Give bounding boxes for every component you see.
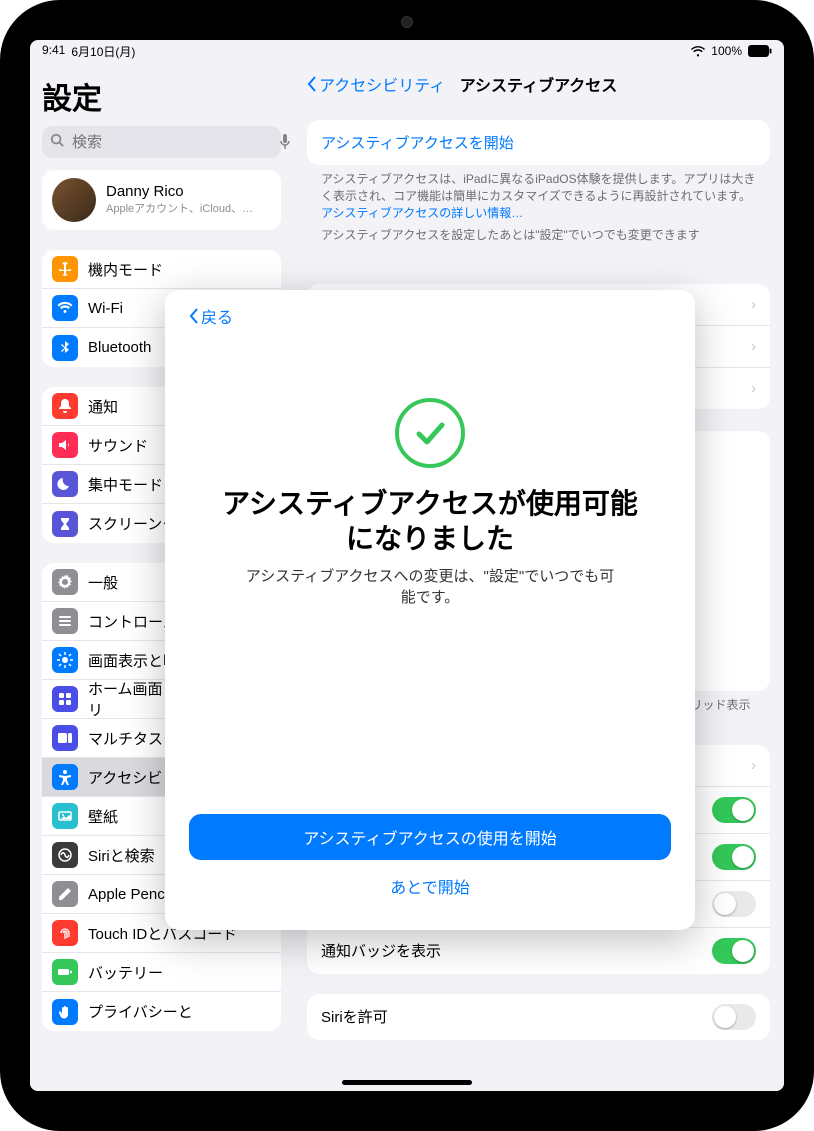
grid-icon <box>52 686 78 712</box>
search-icon <box>50 133 64 151</box>
settings-title: 設定 <box>42 74 281 118</box>
bell-icon <box>52 393 78 419</box>
siri-label: Siriを許可 <box>321 1006 388 1027</box>
search-field[interactable] <box>42 126 281 158</box>
sidebar-item-label: 集中モード <box>88 474 163 495</box>
gear-icon <box>52 569 78 595</box>
wifi-icon <box>691 46 705 57</box>
assistive-access-ready-sheet: 戻る アシスティブアクセスが使用可能になりました アシスティブアクセスへの変更は… <box>165 290 695 930</box>
sidebar-item-label: Siriと検索 <box>88 845 155 866</box>
status-date: 6月10日(月) <box>71 43 135 60</box>
battery-icon <box>52 959 78 985</box>
toggle-switch[interactable] <box>712 797 756 823</box>
status-time: 9:41 <box>42 43 65 60</box>
status-battery-percent: 100% <box>711 44 742 58</box>
avatar <box>52 178 96 222</box>
success-check-icon <box>395 398 465 468</box>
sidebar-item-label: 一般 <box>88 572 118 593</box>
back-button[interactable]: アクセシビリティ <box>307 72 445 96</box>
toggle-switch[interactable] <box>712 938 756 964</box>
accessibility-icon <box>52 764 78 790</box>
moon-icon <box>52 471 78 497</box>
brightness-icon <box>52 647 78 673</box>
hourglass-icon <box>52 511 78 537</box>
sidebar-item-label: Bluetooth <box>88 339 151 356</box>
detail-title: アシスティブアクセス <box>460 72 618 96</box>
fingerprint-icon <box>52 920 78 946</box>
sheet-body: アシスティブアクセスへの変更は、"設定"でいつでも可能です。 <box>239 566 621 608</box>
toggle-switch[interactable] <box>712 844 756 870</box>
hand-icon <box>52 999 78 1025</box>
siri-icon <box>52 842 78 868</box>
wifi-icon <box>52 295 78 321</box>
sidebar-item-label: Apple Pencil <box>88 886 171 903</box>
footnote-2: アシスティブアクセスを設定したあとは"設定"でいつでも変更できます <box>307 221 770 244</box>
toggle-row[interactable]: 通知バッジを表示 <box>307 928 770 974</box>
airplane-icon <box>52 256 78 282</box>
sheet-back-button[interactable]: 戻る <box>189 304 671 328</box>
wallpaper-icon <box>52 803 78 829</box>
sidebar-item-label: プライバシーと <box>88 1001 193 1022</box>
home-indicator[interactable] <box>342 1080 472 1085</box>
pencil-icon <box>52 881 78 907</box>
speaker-icon <box>52 432 78 458</box>
toggle-label: 通知バッジを表示 <box>321 940 441 961</box>
sidebar-item-label: 壁紙 <box>88 806 118 827</box>
bluetooth-icon <box>52 335 78 361</box>
start-assistive-access-link[interactable]: アシスティブアクセスを開始 <box>307 120 770 165</box>
siri-switch[interactable] <box>712 1004 756 1030</box>
mic-icon[interactable] <box>279 134 291 150</box>
account-card[interactable]: Danny Rico Appleアカウント、iCloud、… <box>42 170 281 230</box>
footnote-1: アシスティブアクセスは、iPadに異なるiPadOS体験を提供します。アプリは大… <box>307 165 770 221</box>
more-info-link[interactable]: アシスティブアクセスの詳しい情報… <box>321 206 523 220</box>
toggle-switch[interactable] <box>712 891 756 917</box>
sidebar-item-label: Wi-Fi <box>88 300 123 317</box>
sidebar-item-label: 通知 <box>88 396 118 417</box>
sidebar-item-label: 機内モード <box>88 259 163 280</box>
start-later-button[interactable]: あとで開始 <box>189 866 671 906</box>
sidebar-item-label: サウンド <box>88 435 148 456</box>
start-now-button[interactable]: アシスティブアクセスの使用を開始 <box>189 814 671 860</box>
sidebar-item[interactable]: プライバシーと <box>42 992 281 1031</box>
sidebar-item-label: バッテリー <box>88 962 163 983</box>
front-camera <box>402 17 412 27</box>
siri-toggle-row[interactable]: Siriを許可 <box>307 994 770 1040</box>
sheet-title: アシスティブアクセスが使用可能になりました <box>219 486 641 556</box>
detail-nav: アクセシビリティ アシスティブアクセス <box>307 62 770 106</box>
search-input[interactable] <box>70 133 273 152</box>
multitask-icon <box>52 725 78 751</box>
battery-icon <box>748 45 772 57</box>
sidebar-item[interactable]: 機内モード <box>42 250 281 289</box>
account-name: Danny Rico <box>106 184 253 201</box>
account-sub: Appleアカウント、iCloud、… <box>106 200 253 216</box>
status-bar: 9:41 6月10日(月) 100% <box>30 40 784 62</box>
sidebar-item[interactable]: バッテリー <box>42 953 281 992</box>
sliders-icon <box>52 608 78 634</box>
